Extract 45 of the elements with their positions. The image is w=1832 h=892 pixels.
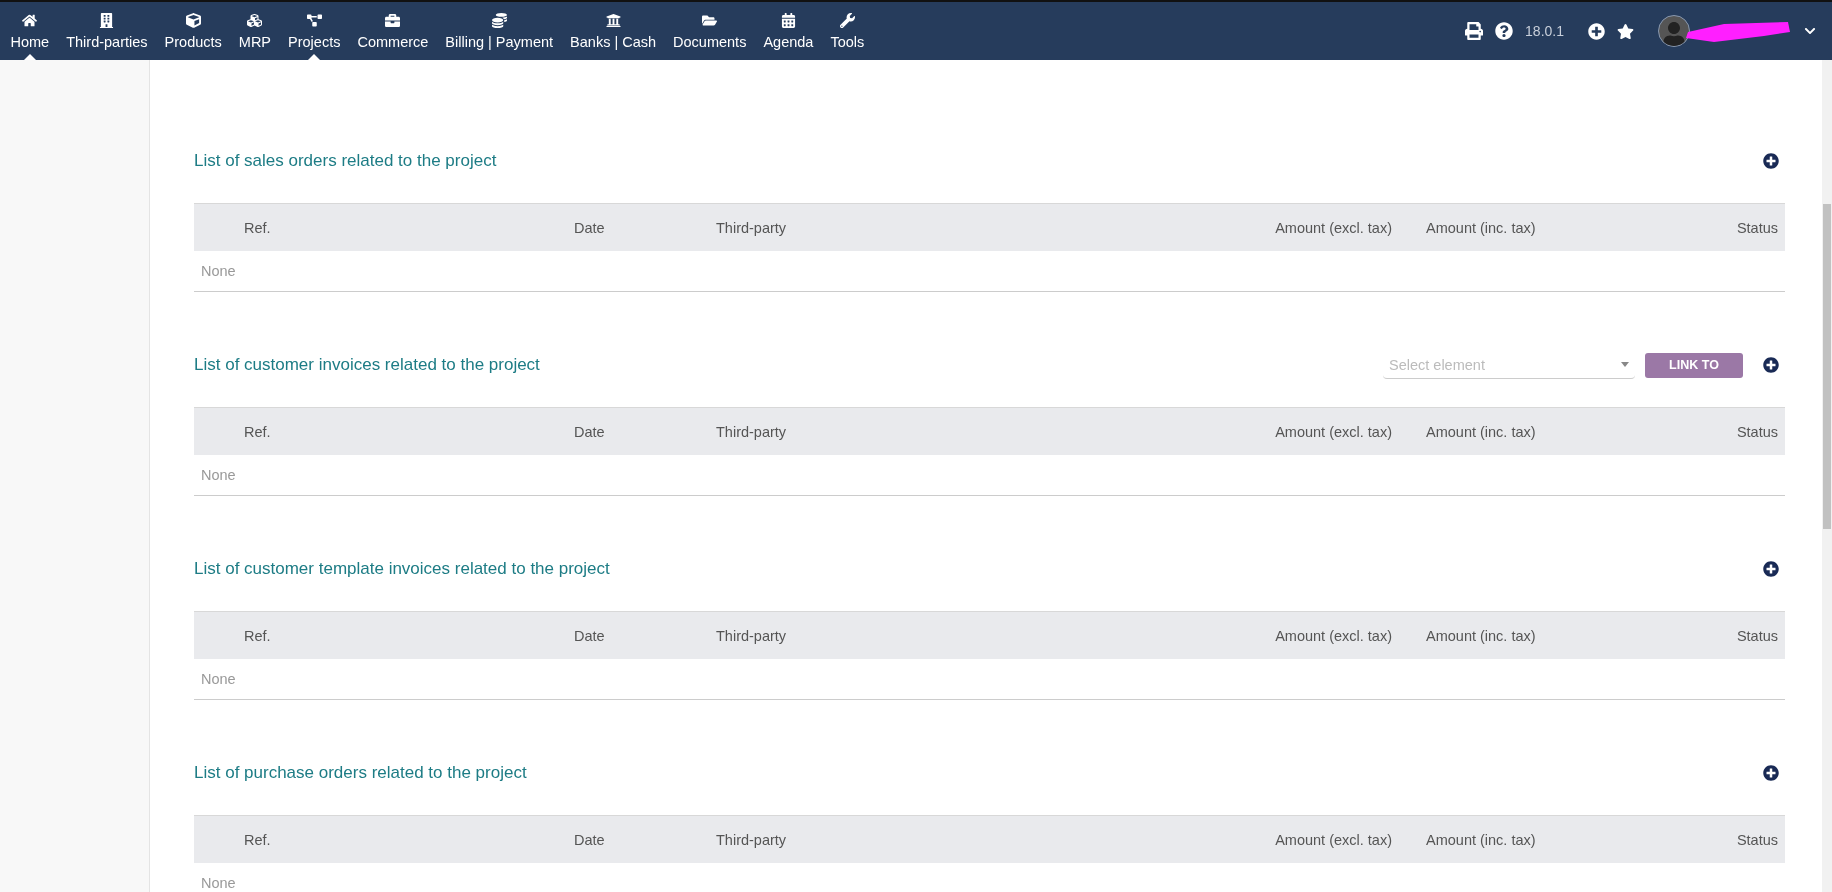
menu-tab[interactable]: Documents (664, 2, 755, 60)
section-title: List of purchase orders related to the project (194, 763, 527, 783)
section-title: List of customer invoices related to the project (194, 355, 540, 375)
column-header: Status (1736, 627, 1779, 644)
column-header: Amount (excl. tax) (1275, 627, 1392, 644)
column-header: Amount (excl. tax) (1275, 423, 1392, 440)
menu-tab[interactable]: Agenda (754, 2, 822, 60)
link-to-button[interactable]: LINK TO (1645, 352, 1743, 378)
column-header: Amount (inc. tax) (1425, 219, 1537, 236)
menu-tab[interactable]: Projects (279, 2, 349, 60)
column-header: Third-party (716, 831, 788, 848)
menu-tab[interactable]: MRP (230, 2, 280, 60)
menu-tab[interactable]: Commerce (348, 2, 437, 60)
column-header: Ref. (243, 219, 272, 236)
column-header: Amount (inc. tax) (1425, 423, 1537, 440)
menu-tab[interactable]: Third-parties (57, 2, 157, 60)
column-header: Third-party (716, 219, 788, 236)
empty-text: None (201, 671, 236, 687)
empty-text: None (201, 875, 236, 891)
section-title: List of customer template invoices related to the project (194, 559, 610, 579)
column-header: Amount (inc. tax) (1425, 831, 1537, 848)
version-text: 18.0.1 (1525, 23, 1564, 39)
column-header: Status (1736, 219, 1779, 236)
menu-tab[interactable]: Billing | Payment (436, 2, 562, 60)
column-header: Date (574, 627, 606, 644)
column-header: Third-party (716, 627, 788, 644)
empty-text: None (201, 467, 236, 483)
column-header: Ref. (243, 831, 272, 848)
menu-tab[interactable]: Banks | Cash (561, 2, 665, 60)
empty-text: None (201, 263, 236, 279)
menu-tab[interactable]: Tools (821, 2, 873, 60)
column-header: Amount (excl. tax) (1275, 219, 1392, 236)
column-header: Status (1736, 831, 1779, 848)
menu-tab[interactable]: Home (2, 2, 58, 60)
menu-tab[interactable]: Products (156, 2, 231, 60)
column-header: Amount (inc. tax) (1425, 627, 1537, 644)
column-header: Amount (excl. tax) (1275, 831, 1392, 848)
column-header: Ref. (243, 423, 272, 440)
column-header: Date (574, 219, 606, 236)
column-header: Ref. (243, 627, 272, 644)
column-header: Date (574, 831, 606, 848)
column-header: Date (574, 423, 606, 440)
column-header: Third-party (716, 423, 788, 440)
section-title: List of sales orders related to the project (194, 151, 497, 171)
column-header: Status (1736, 423, 1779, 440)
